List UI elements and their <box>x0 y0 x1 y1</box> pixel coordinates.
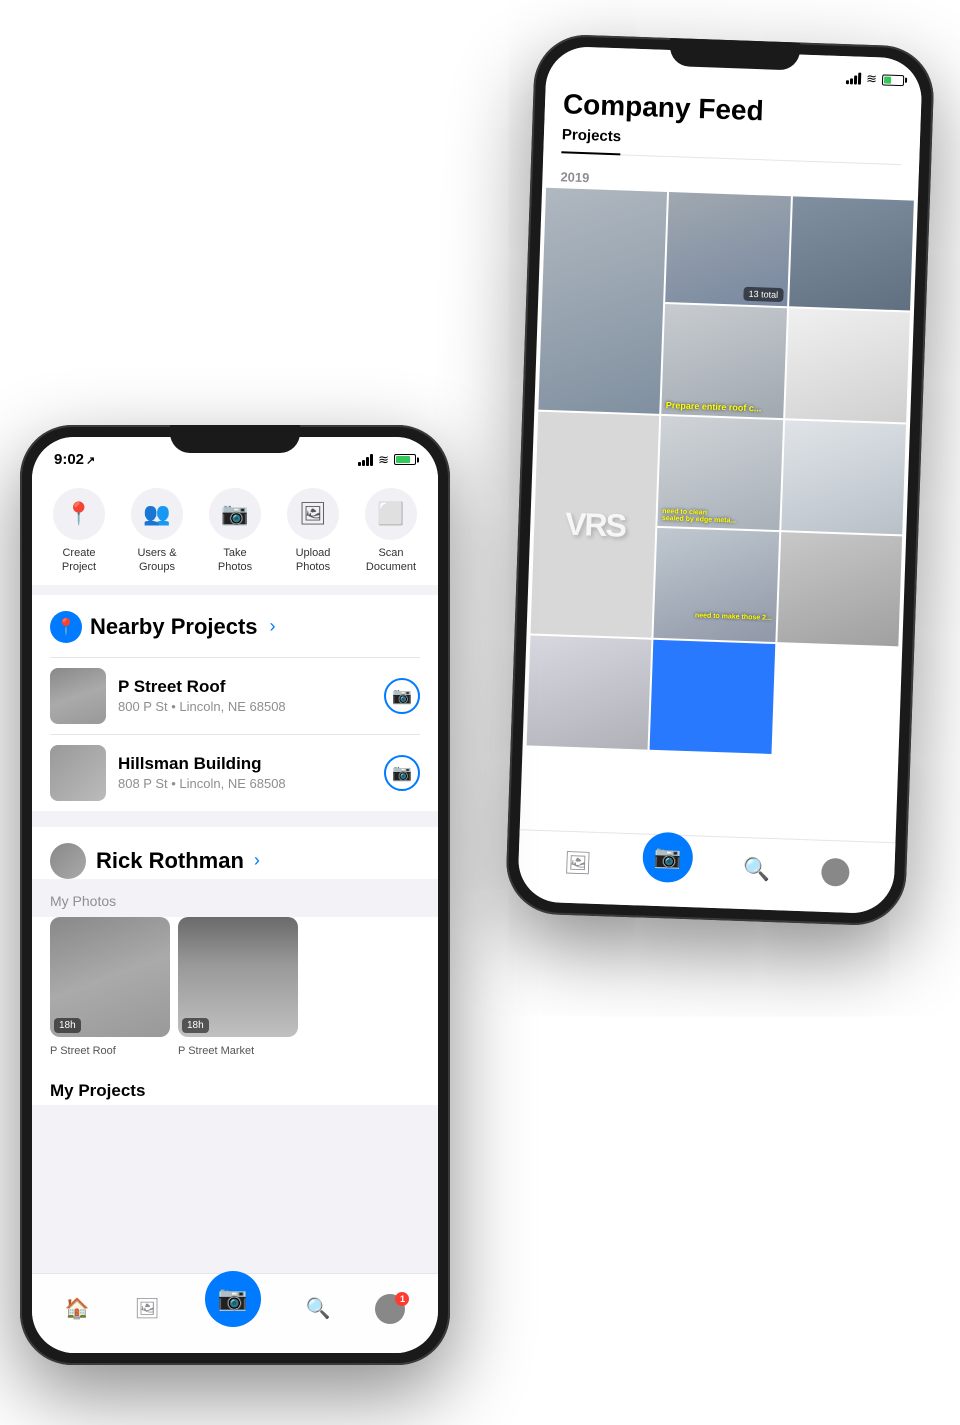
scene: ≋ Company Feed Projects 2019 13 total <box>0 0 960 1425</box>
phone2-screen: ≋ Company Feed Projects 2019 13 total <box>517 46 923 915</box>
project2-camera-btn[interactable]: 📷 <box>384 755 420 791</box>
tab-search[interactable]: 🔍 <box>306 1296 331 1321</box>
tab2-gallery[interactable]: 🖼 <box>563 849 592 876</box>
project1-info: P Street Roof 800 P St • Lincoln, NE 685… <box>118 677 372 714</box>
project-row-2[interactable]: Hillsman Building 808 P St • Lincoln, NE… <box>50 734 420 811</box>
mosaic-cell-5[interactable] <box>785 308 910 422</box>
nearby-title: Nearby Projects <box>90 614 258 640</box>
nearby-header[interactable]: 📍 Nearby Projects › <box>50 611 420 643</box>
photo2-caption: P Street Market <box>178 1045 298 1057</box>
photo1-caption: P Street Roof <box>50 1045 170 1057</box>
mosaic-cell-10[interactable] <box>527 635 652 749</box>
project-row-1[interactable]: P Street Roof 800 P St • Lincoln, NE 685… <box>50 657 420 734</box>
phone1: 9:02↗ ≋ 📍 CreateProject <box>20 425 450 1365</box>
qa-users-groups[interactable]: 👥 Users &Groups <box>121 488 193 575</box>
mosaic-cell-1[interactable] <box>538 188 667 414</box>
qa-create-project[interactable]: 📍 CreateProject <box>43 488 115 575</box>
tab-camera[interactable]: 📷 <box>205 1271 261 1327</box>
project1-address: 800 P St • Lincoln, NE 68508 <box>118 699 372 714</box>
phone1-battery <box>394 454 416 465</box>
project1-thumb <box>50 668 106 724</box>
total-badge: 13 total <box>743 287 783 302</box>
profile-badge: 1 <box>395 1292 409 1306</box>
user-name: Rick Rothman <box>96 848 244 874</box>
qa-upload-photos[interactable]: 🖼 UploadPhotos <box>277 488 349 575</box>
photo-mosaic: 13 total Prepare entire roof c... VRS ne… <box>523 188 918 759</box>
caption-2: need to cleansealed by edge meta... <box>662 508 737 525</box>
create-project-icon: 📍 <box>53 488 105 540</box>
mosaic-cell-graffiti[interactable]: VRS <box>531 412 660 638</box>
tab2-camera[interactable]: 📷 <box>642 831 694 883</box>
phone2-notch <box>669 38 800 71</box>
caption-3: need to make those 2... <box>695 612 772 622</box>
nearby-section: 📍 Nearby Projects › P Street Roof 800 P … <box>32 595 438 811</box>
user-section: Rick Rothman › <box>32 827 438 879</box>
mosaic-cell-8[interactable]: need to make those 2... <box>654 528 779 642</box>
phone1-status-icons: ≋ <box>358 452 416 468</box>
phone1-time: 9:02↗ <box>54 451 95 468</box>
phone2: ≋ Company Feed Projects 2019 13 total <box>505 33 935 926</box>
photo1-badge: 18h <box>54 1018 81 1033</box>
feed-header: Company Feed Projects <box>543 82 922 174</box>
project1-name: P Street Roof <box>118 677 372 697</box>
divider-2 <box>32 811 438 819</box>
tab2-profile[interactable] <box>821 857 850 886</box>
project2-name: Hillsman Building <box>118 754 372 774</box>
mosaic-cell-blue[interactable] <box>650 640 775 754</box>
mosaic-cell-3[interactable] <box>789 196 914 310</box>
mosaic-cell-7[interactable] <box>781 420 906 534</box>
qa-take-label: TakePhotos <box>218 546 252 575</box>
phone1-wifi-icon: ≋ <box>378 452 389 468</box>
my-photos-label: My Photos <box>32 893 438 909</box>
mosaic-cell-6[interactable]: need to cleansealed by edge meta... <box>658 416 783 530</box>
user-avatar <box>50 843 86 879</box>
qa-users-label: Users &Groups <box>137 546 176 575</box>
project2-thumb <box>50 745 106 801</box>
divider-1 <box>32 587 438 595</box>
user-header[interactable]: Rick Rothman › <box>50 843 420 879</box>
phone2-wifi-icon: ≋ <box>866 71 877 87</box>
tab-home[interactable]: 🏠 <box>64 1296 89 1321</box>
caption-1: Prepare entire roof c... <box>666 400 762 413</box>
profile-avatar: 1 <box>375 1294 405 1324</box>
photo2-badge: 18h <box>182 1018 209 1033</box>
tab-profile[interactable]: 1 <box>375 1294 405 1324</box>
my-projects-label: My Projects <box>32 1069 438 1105</box>
scan-document-icon: ⬜ <box>365 488 417 540</box>
project2-info: Hillsman Building 808 P St • Lincoln, NE… <box>118 754 372 791</box>
photo-card-1[interactable]: 18h <box>50 917 170 1037</box>
phone1-signal <box>358 454 373 466</box>
phone2-tab-bar: 🖼 📷 🔍 <box>517 829 895 914</box>
tab-gallery[interactable]: 🖼 <box>134 1296 159 1321</box>
user-chevron-icon: › <box>254 850 260 871</box>
phone1-tab-bar: 🏠 🖼 📷 🔍 1 <box>32 1273 438 1353</box>
users-groups-icon: 👥 <box>131 488 183 540</box>
photos-grid: 18h P Street Roof 18h P Street Market <box>32 917 438 1069</box>
qa-upload-label: UploadPhotos <box>296 546 331 575</box>
nearby-chevron-icon: › <box>270 616 276 637</box>
phone2-signal <box>846 72 861 85</box>
project1-camera-btn[interactable]: 📷 <box>384 678 420 714</box>
take-photos-icon: 📷 <box>209 488 261 540</box>
quick-actions-bar: 📍 CreateProject 👥 Users &Groups 📷 TakePh… <box>32 474 438 585</box>
phone1-notch <box>170 425 300 453</box>
tab2-search[interactable]: 🔍 <box>743 856 771 883</box>
graffiti-overlay: VRS <box>531 412 660 638</box>
upload-photos-icon: 🖼 <box>287 488 339 540</box>
nearby-location-icon: 📍 <box>50 611 82 643</box>
qa-take-photos[interactable]: 📷 TakePhotos <box>199 488 271 575</box>
phone2-battery <box>882 74 904 86</box>
project2-address: 808 P St • Lincoln, NE 68508 <box>118 776 372 791</box>
qa-scan-label: ScanDocument <box>366 546 416 575</box>
photo-card-2[interactable]: 18h <box>178 917 298 1037</box>
mosaic-cell-2[interactable]: 13 total <box>666 192 791 306</box>
mosaic-cell-9[interactable] <box>777 532 902 646</box>
mosaic-cell-4[interactable]: Prepare entire roof c... <box>662 304 787 418</box>
phone1-screen: 9:02↗ ≋ 📍 CreateProject <box>32 437 438 1353</box>
tab-projects[interactable]: Projects <box>561 126 621 155</box>
qa-create-label: CreateProject <box>62 546 96 575</box>
qa-scan-document[interactable]: ⬜ ScanDocument <box>355 488 427 575</box>
